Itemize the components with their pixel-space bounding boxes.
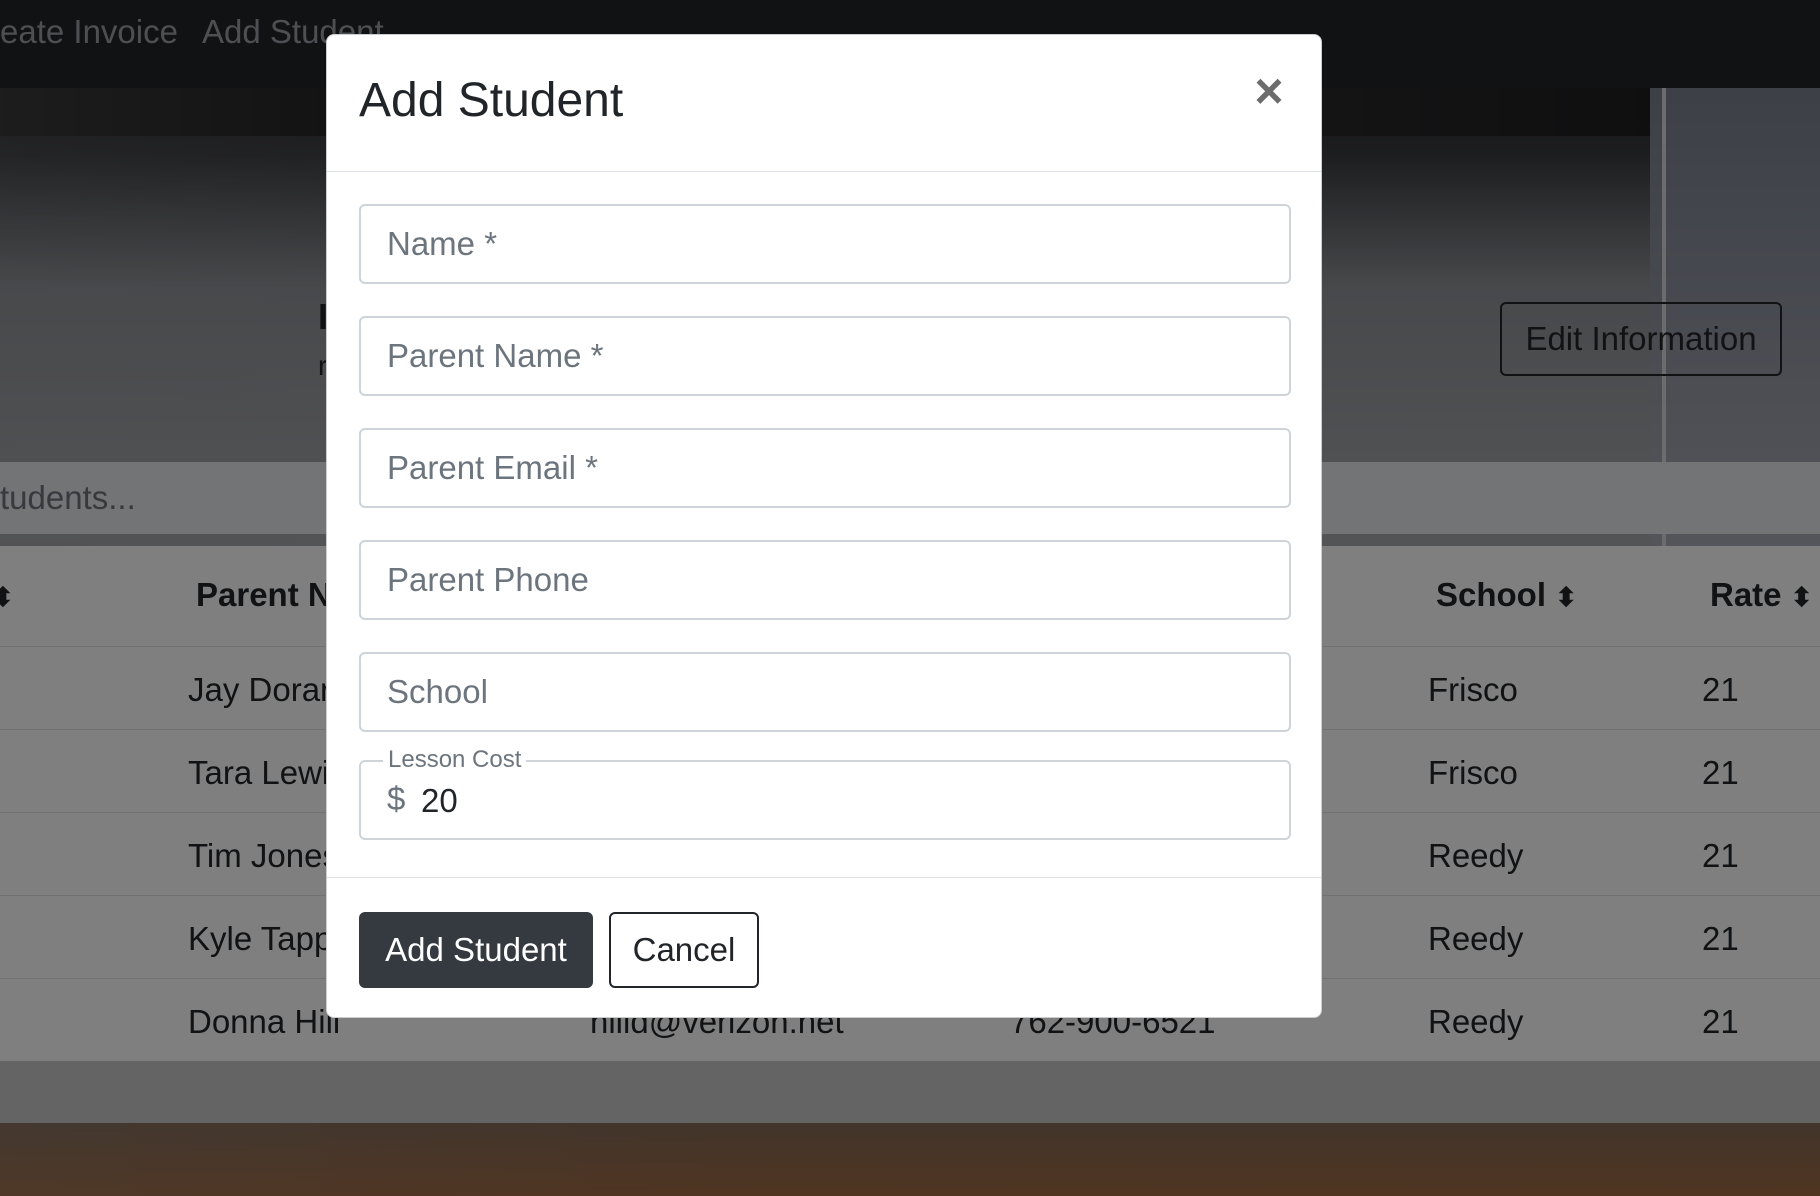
modal-header: Add Student × (327, 35, 1321, 172)
modal-body: Lesson Cost $ (327, 172, 1321, 912)
parent-email-input[interactable] (359, 428, 1291, 508)
lesson-cost-field: Lesson Cost $ (359, 748, 1291, 840)
parent-name-input[interactable] (359, 316, 1291, 396)
parent-phone-input[interactable] (359, 540, 1291, 620)
school-input[interactable] (359, 652, 1291, 732)
cancel-button[interactable]: Cancel (609, 912, 759, 988)
add-student-modal: Add Student × Lesson Cost $ Add Student … (326, 34, 1322, 1018)
name-input[interactable] (359, 204, 1291, 284)
add-student-button[interactable]: Add Student (359, 912, 593, 988)
close-icon[interactable]: × (1249, 66, 1289, 116)
modal-footer: Add Student Cancel (327, 877, 1321, 1018)
modal-title: Add Student (359, 74, 624, 127)
lesson-cost-input[interactable] (419, 772, 1243, 830)
currency-prefix: $ (387, 780, 406, 817)
lesson-cost-label: Lesson Cost (383, 748, 527, 772)
